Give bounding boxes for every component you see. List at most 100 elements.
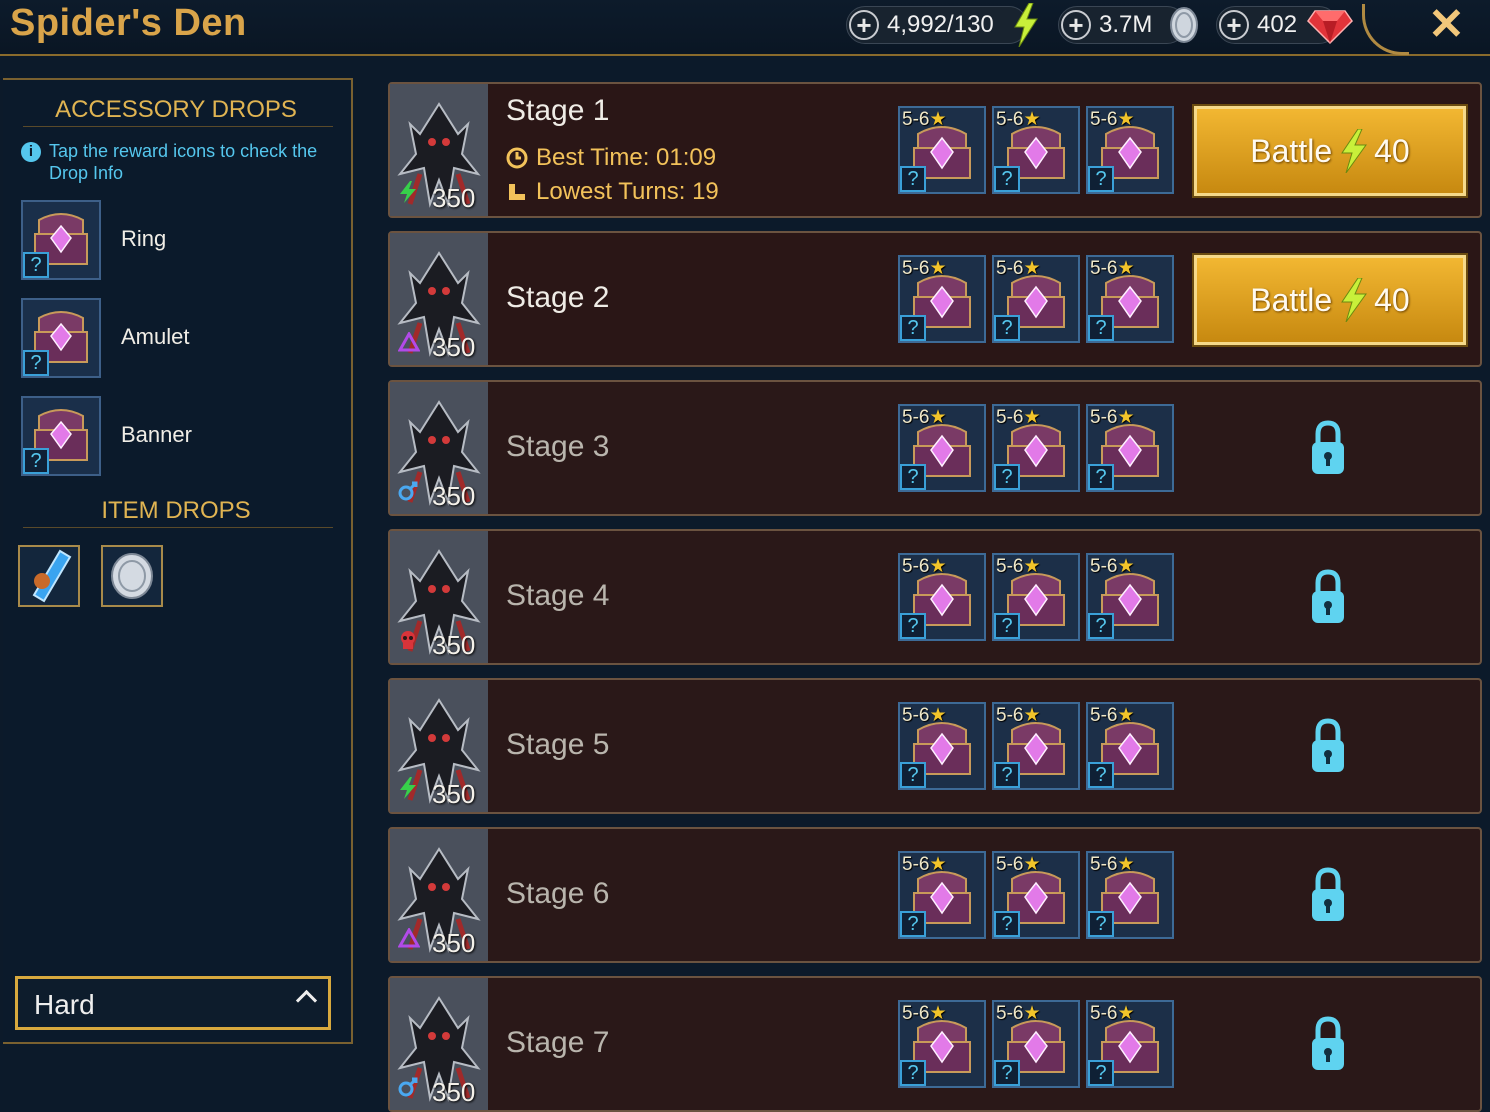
reward-rank: 5-6★ xyxy=(1090,407,1135,428)
battle-label: Battle xyxy=(1250,132,1333,169)
stage-name: Stage 1 xyxy=(506,94,610,127)
stage-name: Stage 6 xyxy=(506,877,610,910)
silver-coin-icon xyxy=(1170,7,1198,43)
accessory-label: Amulet xyxy=(121,324,190,349)
reward-chest[interactable]: 5-6★? xyxy=(898,1000,986,1088)
reward-chest[interactable]: 5-6★? xyxy=(1086,553,1174,641)
star-icon: ★ xyxy=(1023,1003,1041,1024)
star-icon: ★ xyxy=(929,854,947,875)
energy-value: 4,992/130 xyxy=(887,11,994,38)
reward-chest[interactable]: 5-6★? xyxy=(992,1000,1080,1088)
difficulty-value: Hard xyxy=(34,989,95,1020)
reward-chest[interactable]: 5-6★? xyxy=(992,255,1080,343)
reward-rank: 5-6★ xyxy=(996,854,1041,875)
star-icon: ★ xyxy=(1117,556,1135,577)
silver-coin-icon[interactable] xyxy=(101,545,163,607)
void-affinity-icon xyxy=(397,926,421,953)
stage-name: Stage 4 xyxy=(506,579,610,612)
question-mark: ? xyxy=(900,315,926,341)
star-icon: ★ xyxy=(1117,705,1135,726)
reward-chest[interactable]: 5-6★? xyxy=(898,553,986,641)
stage-row-3[interactable]: 350 Stage 3 5-6★? 5-6★? 5-6★? xyxy=(388,380,1482,516)
tip-text: Tap the reward icons to check the Drop I… xyxy=(49,141,318,183)
reward-chest[interactable]: 5-6★? xyxy=(898,404,986,492)
energy-counter[interactable]: + 4,992/130 xyxy=(846,3,1038,47)
divider xyxy=(23,126,333,127)
boss-portrait: 350 xyxy=(390,978,488,1110)
star-icon: ★ xyxy=(1023,407,1041,428)
reward-chest[interactable]: 5-6★? xyxy=(1086,702,1174,790)
difficulty-dropdown[interactable]: Hard xyxy=(15,976,331,1030)
reward-rank: 5-6★ xyxy=(902,705,947,726)
reward-chest[interactable]: 5-6★? xyxy=(1086,404,1174,492)
reward-chest[interactable]: 5-6★? xyxy=(992,404,1080,492)
reward-chest[interactable]: 5-6★? xyxy=(992,702,1080,790)
battle-button[interactable]: Battle 40 xyxy=(1194,106,1466,196)
reward-chest[interactable]: 5-6★? xyxy=(898,702,986,790)
chest-icon[interactable]: ? xyxy=(21,298,101,378)
reward-chest[interactable]: 5-6★? xyxy=(1086,1000,1174,1088)
star-icon: ★ xyxy=(1117,854,1135,875)
boss-portrait: 350 xyxy=(390,84,488,216)
star-icon: ★ xyxy=(1023,854,1041,875)
chest-icon[interactable]: ? xyxy=(21,396,101,476)
lowest-turns-text: Lowest Turns: 19 xyxy=(536,178,719,205)
silver-counter[interactable]: + 3.7M xyxy=(1058,6,1198,44)
reward-chest[interactable]: 5-6★? xyxy=(1086,106,1174,194)
gem-counter[interactable]: + 402 xyxy=(1216,6,1353,45)
accessory-banner[interactable]: ? Banner xyxy=(21,396,192,476)
question-mark: ? xyxy=(1088,613,1114,639)
boss-portrait: 350 xyxy=(390,233,488,365)
void-affinity-icon xyxy=(397,330,421,357)
question-mark: ? xyxy=(900,464,926,490)
stage-row-6[interactable]: 350 Stage 6 5-6★? 5-6★? 5-6★? xyxy=(388,827,1482,963)
reward-chest[interactable]: 5-6★? xyxy=(992,851,1080,939)
stage-power: 350 xyxy=(432,928,476,958)
drop-info-tip: i Tap the reward icons to check the Drop… xyxy=(21,140,331,184)
close-icon[interactable]: ✕ xyxy=(1428,0,1465,50)
reward-chest[interactable]: 5-6★? xyxy=(898,851,986,939)
reward-chest[interactable]: 5-6★? xyxy=(898,106,986,194)
reward-rank: 5-6★ xyxy=(996,705,1041,726)
question-mark: ? xyxy=(1088,1060,1114,1086)
lowest-turns: Lowest Turns: 19 xyxy=(506,178,719,206)
stage-row-5[interactable]: 350 Stage 5 5-6★? 5-6★? 5-6★? xyxy=(388,678,1482,814)
stage-row-4[interactable]: 350 Stage 4 5-6★? 5-6★? 5-6★? xyxy=(388,529,1482,665)
reward-rank: 5-6★ xyxy=(1090,258,1135,279)
stage-power: 350 xyxy=(432,779,476,809)
reward-chest[interactable]: 5-6★? xyxy=(1086,851,1174,939)
stage-name: Stage 2 xyxy=(506,281,610,314)
stage-row-7[interactable]: 350 Stage 7 5-6★? 5-6★? 5-6★? xyxy=(388,976,1482,1112)
reward-chest[interactable]: 5-6★? xyxy=(992,106,1080,194)
reward-chest[interactable]: 5-6★? xyxy=(1086,255,1174,343)
plus-icon[interactable]: + xyxy=(849,10,879,40)
magic-affinity-icon xyxy=(398,181,418,208)
question-mark: ? xyxy=(994,1060,1020,1086)
accessory-ring[interactable]: ? Ring xyxy=(21,200,166,280)
battle-button[interactable]: Battle 40 xyxy=(1194,255,1466,345)
reward-chest[interactable]: 5-6★? xyxy=(992,553,1080,641)
question-mark: ? xyxy=(994,762,1020,788)
stage-power: 350 xyxy=(432,630,476,660)
chest-icon[interactable]: ? xyxy=(21,200,101,280)
star-icon: ★ xyxy=(1023,109,1041,130)
champion-shard-icon[interactable] xyxy=(18,545,80,607)
lock-icon xyxy=(1312,569,1344,623)
stage-row-1[interactable]: 350 Stage 1 5-6★? 5-6★? 5-6★? Battle 40 Bes… xyxy=(388,82,1482,218)
force-affinity-icon xyxy=(398,1077,418,1102)
reward-chest[interactable]: 5-6★? xyxy=(898,255,986,343)
page-title: Spider's Den xyxy=(10,2,247,44)
reward-rank: 5-6★ xyxy=(996,407,1041,428)
star-icon: ★ xyxy=(1117,109,1135,130)
boss-portrait: 350 xyxy=(390,829,488,961)
stage-power: 350 xyxy=(432,332,476,362)
lock-icon xyxy=(1312,420,1344,474)
plus-icon[interactable]: + xyxy=(1061,10,1091,40)
stage-row-2[interactable]: 350 Stage 2 5-6★? 5-6★? 5-6★? Battle 40 xyxy=(388,231,1482,367)
energy-bolt-icon xyxy=(1341,129,1368,173)
plus-icon[interactable]: + xyxy=(1219,10,1249,40)
accessory-amulet[interactable]: ? Amulet xyxy=(21,298,189,378)
star-icon: ★ xyxy=(929,407,947,428)
best-time-text: Best Time: 01:09 xyxy=(536,144,717,171)
question-mark: ? xyxy=(1088,166,1114,192)
